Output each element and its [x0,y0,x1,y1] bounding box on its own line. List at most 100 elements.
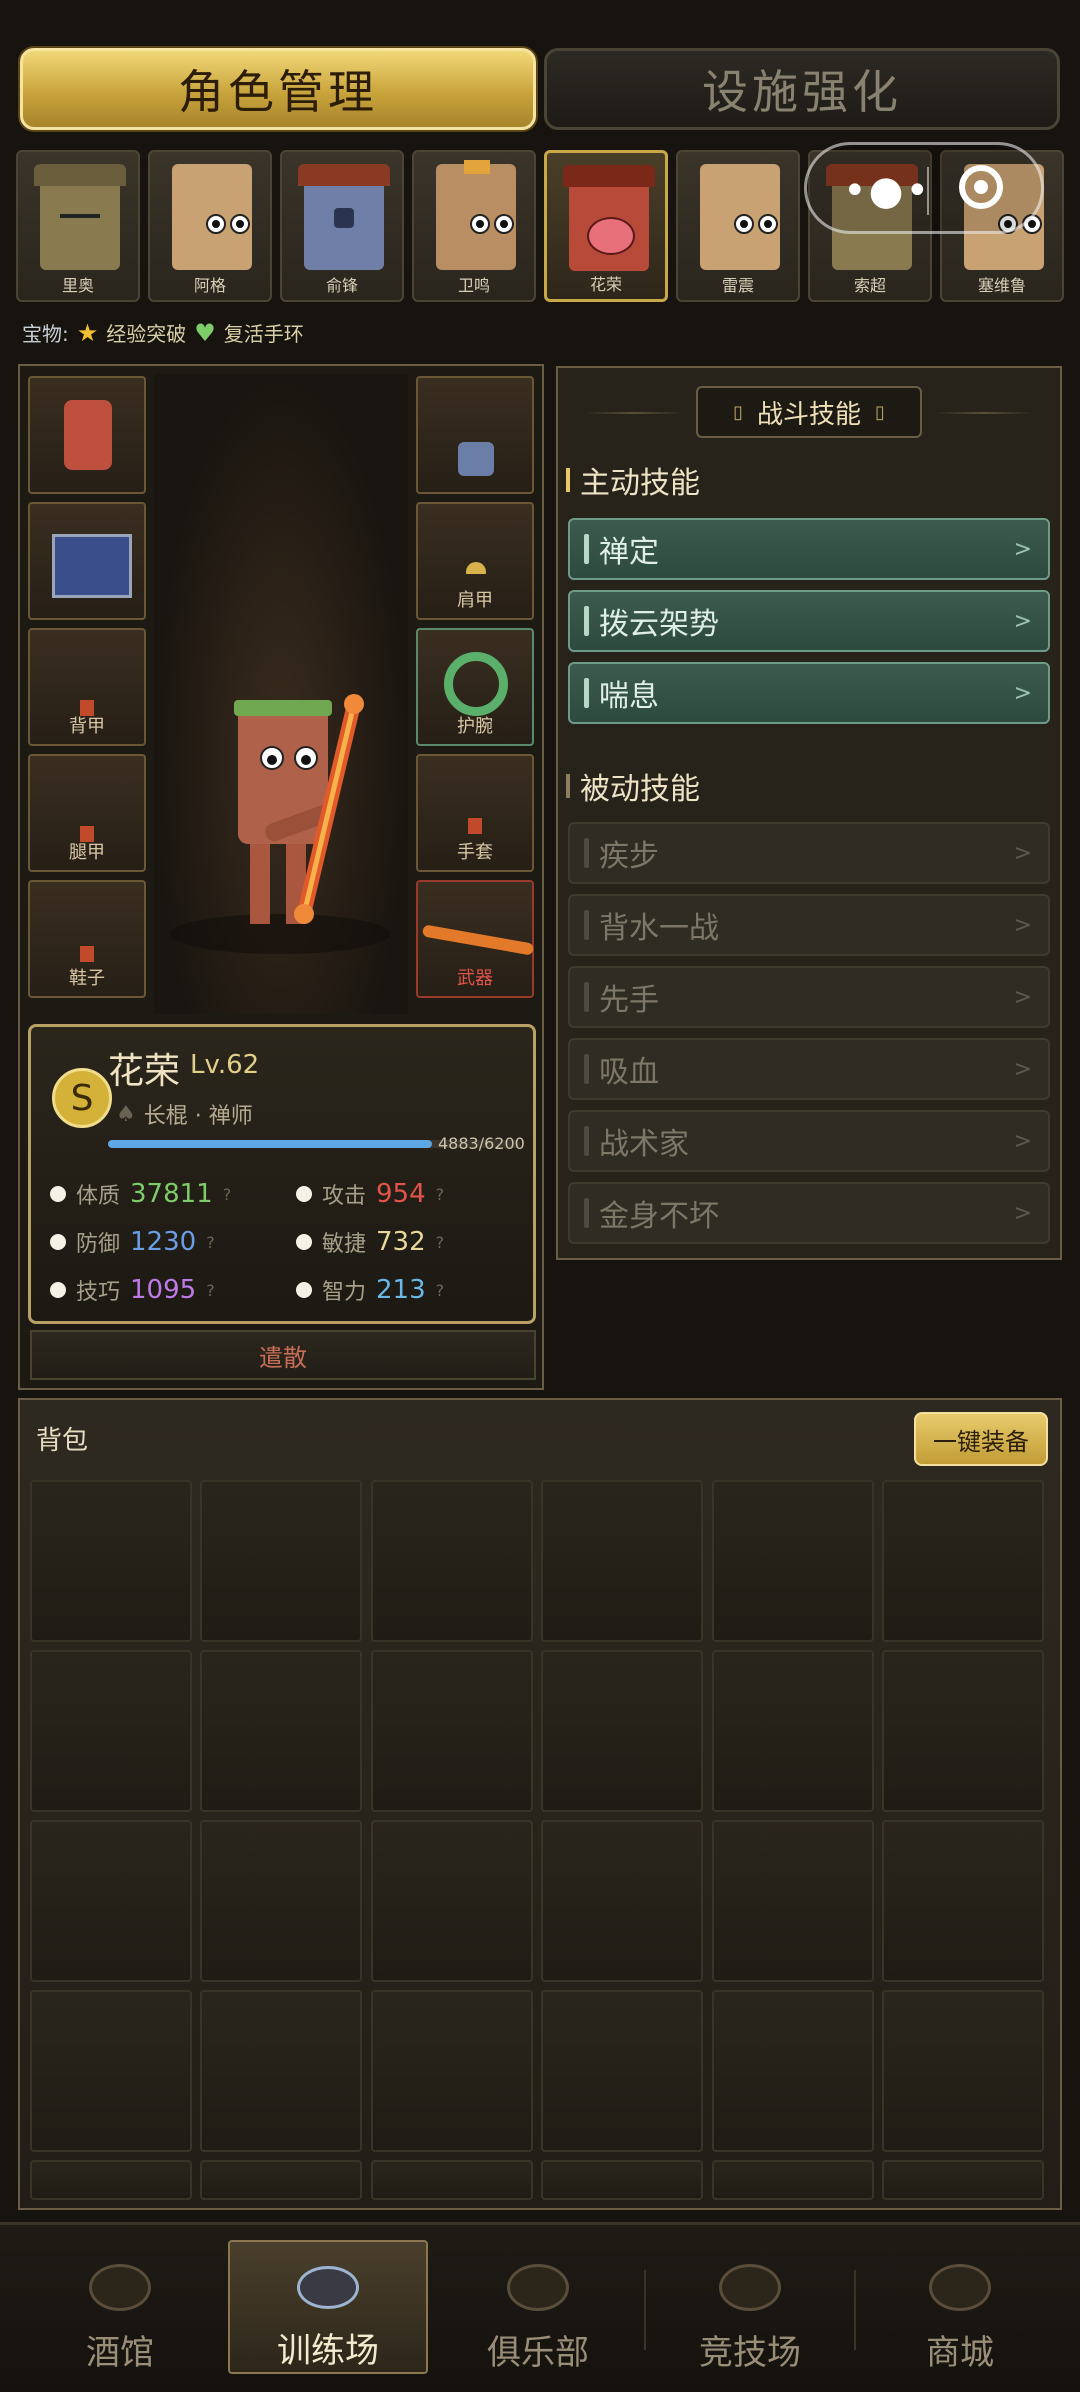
shoes-icon [80,946,94,962]
nav-arena[interactable]: 竞技场 [650,2240,850,2374]
backpack-slot[interactable] [200,1480,363,1642]
stat-constitution[interactable]: 体质 37811 ? [50,1178,231,1210]
passive-skill-row[interactable]: 金身不坏 > [568,1182,1050,1244]
backpack-slot[interactable] [30,1820,192,1982]
backpack-slot[interactable] [541,1650,704,1812]
backpack-slot[interactable] [711,1820,874,1982]
active-skill-row[interactable]: 喘息 > [568,662,1050,724]
backpack-slot[interactable] [541,1820,704,1982]
character-card-5[interactable]: 雷震 [676,150,800,302]
stat-agility[interactable]: 敏捷 732 ? [296,1226,444,1258]
close-target-icon[interactable] [959,165,1003,209]
slot-label: 腿甲 [69,842,105,863]
equip-slot-head[interactable] [416,376,534,494]
equip-all-button[interactable]: 一键装备 [914,1412,1048,1466]
nav-training[interactable]: 训练场 [228,2240,428,2374]
bullet-icon [296,1234,312,1250]
character-portrait [34,164,126,270]
backpack-slot[interactable] [711,1990,874,2152]
active-skill-row[interactable]: 拨云架势 > [568,590,1050,652]
backpack-slot[interactable] [200,1650,363,1812]
help-icon[interactable]: ? [436,1233,445,1252]
tab-role-management[interactable]: 角色管理 [20,48,536,130]
passive-skill-row[interactable]: 疾步 > [568,822,1050,884]
more-icon[interactable]: •●• [843,171,931,211]
stat-defense[interactable]: 防御 1230 ? [50,1226,215,1258]
hero-class: ♠ 长棍 · 禅师 [116,1098,253,1130]
backpack-slot[interactable] [30,1990,192,2152]
help-icon[interactable]: ? [206,1233,215,1252]
backpack-slot[interactable] [200,1820,363,1982]
nav-shop[interactable]: 商城 [860,2240,1060,2374]
backpack-slot[interactable] [30,2160,192,2200]
character-card-1[interactable]: 阿格 [148,150,272,302]
backpack-slot[interactable] [882,1650,1044,1812]
backpack-slot[interactable] [541,2160,704,2200]
skill-name: 禅定 [599,535,659,570]
chevron-right-icon: > [1013,984,1032,1010]
equip-slot-helmet[interactable] [28,376,146,494]
equip-slot-shoulder[interactable]: 肩甲 [416,502,534,620]
winged-armor-icon [52,534,132,598]
knight-helmet-icon [458,442,494,476]
backpack-slot[interactable] [370,2160,533,2200]
horned-helmet-icon [64,400,112,470]
character-card-3[interactable]: 卫鸣 [412,150,536,302]
equip-slot-shoes[interactable]: 鞋子 [28,880,146,998]
passive-skill-row[interactable]: 战术家 > [568,1110,1050,1172]
backpack-slot[interactable] [711,1650,874,1812]
help-icon[interactable]: ? [206,1281,215,1300]
equip-slot-armor[interactable] [28,502,146,620]
heart-icon: ♥ [194,318,216,347]
stat-intelligence[interactable]: 智力 213 ? [296,1274,444,1306]
passive-skill-row[interactable]: 吸血 > [568,1038,1050,1100]
character-card-4[interactable]: 花荣 [544,150,668,302]
backpack-slot[interactable] [882,1480,1044,1642]
backpack-slot[interactable] [370,1650,533,1812]
backpack-slot[interactable] [370,1480,533,1642]
bullet-icon [50,1186,66,1202]
backpack-slot[interactable] [882,1820,1044,1982]
tab-facility-upgrade[interactable]: 设施强化 [544,48,1060,130]
nav-club[interactable]: 俱乐部 [438,2240,638,2374]
backpack-slot[interactable] [882,2160,1044,2200]
active-skill-row[interactable]: 禅定 > [568,518,1050,580]
dismiss-button[interactable]: 遣散 [30,1330,536,1380]
chevron-right-icon: > [1013,912,1032,938]
passive-skill-row[interactable]: 背水一战 > [568,894,1050,956]
character-card-2[interactable]: 俞锋 [280,150,404,302]
equip-slot-back[interactable]: 背甲 [28,628,146,746]
equip-slot-legs[interactable]: 腿甲 [28,754,146,872]
help-icon[interactable]: ? [436,1281,445,1300]
skills-title: ▯ 战斗技能 ▯ [696,386,922,438]
backpack-slot[interactable] [541,1480,704,1642]
treasure-item-revive[interactable]: 复活手环 [224,318,304,347]
equip-slot-weapon[interactable]: 武器 [416,880,535,998]
backpack-slot[interactable] [30,1650,192,1812]
nav-tavern[interactable]: 酒馆 [20,2240,220,2374]
nav-label: 训练场 [277,2331,379,2371]
equip-slot-wrist[interactable]: 护腕 [416,628,534,746]
backpack-slot[interactable] [711,1480,874,1642]
backpack-slot[interactable] [30,1480,192,1642]
treasure-item-exp[interactable]: 经验突破 [106,318,186,347]
backpack-slot[interactable] [541,1990,704,2152]
backpack-slot[interactable] [370,1990,533,2152]
stat-value: 213 [376,1275,426,1305]
character-card-0[interactable]: 里奥 [16,150,140,302]
help-icon[interactable]: ? [436,1185,445,1204]
help-icon[interactable]: ? [223,1185,232,1204]
backpack-slot[interactable] [200,1990,363,2152]
passive-skill-row[interactable]: 先手 > [568,966,1050,1028]
miniprogram-capsule: •●• [804,142,1044,234]
equip-slot-gloves[interactable]: 手套 [416,754,534,872]
stat-skill[interactable]: 技巧 1095 ? [50,1274,215,1306]
backpack-slot[interactable] [200,2160,363,2200]
character-portrait [563,165,655,271]
backpack-slot[interactable] [711,2160,874,2200]
character-portrait [700,164,780,270]
backpack-slot[interactable] [882,1990,1044,2152]
stat-attack[interactable]: 攻击 954 ? [296,1178,444,1210]
backpack-slot[interactable] [370,1820,533,1982]
character-name: 俞锋 [325,276,358,295]
